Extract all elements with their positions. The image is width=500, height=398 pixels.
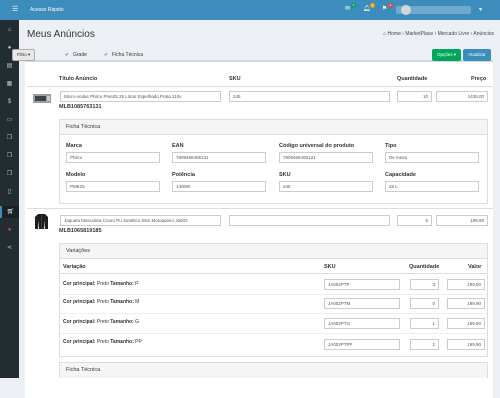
col-header-value: Valor [468,264,482,270]
col-header-quantity: Quantidade [397,76,428,82]
sidebar: ⌂ ● ▤ ▦ $ ▭ ❐ ❐ ❐ ▯ 🛒︎ ● ⋖ [0,20,19,378]
listing-sku-input[interactable] [229,215,390,226]
avatar [401,5,411,15]
messages-badge: 2 [351,3,356,8]
grade-label: Grade [73,52,87,58]
check-icon: ✔ [65,52,70,58]
universal-code-label: Código universal do produto [279,143,355,149]
variation-description: Cor principal: Preto Tamanho: P [63,281,139,287]
tech-sheet-panel: Ficha Técnica [59,362,488,378]
brand-input[interactable]: Philco [66,152,160,163]
capacity-input[interactable]: 25 L [385,181,479,192]
variation-description: Cor principal: Preto Tamanho: PP [63,339,142,345]
variation-description: Cor principal: Preto Tamanho: M [63,299,140,305]
col-header-sku: SKU [229,76,241,82]
model-input[interactable]: PME25 [66,181,160,192]
power-input[interactable]: 1400W [172,181,266,192]
copy-icon[interactable]: ❐ [0,132,19,144]
ean-input[interactable]: 7809466406131 [172,152,266,163]
listing-title-input[interactable]: Jaqueta Masculina Couro Pu Sintético Sli… [60,215,221,226]
ean-label: EAN [172,143,184,149]
breadcrumb-marketplace[interactable]: MarketPlace [405,31,433,37]
type-label: Tipo [385,143,397,149]
capacity-label: Capacidade [385,172,416,178]
filter-button[interactable]: Filtro ▾ [12,49,35,61]
variation-quantity-input[interactable]: 0 [410,298,439,309]
variation-quantity-input[interactable]: 2 [410,339,439,350]
model-label: Modelo [66,172,86,178]
check-icon: ✔ [104,52,109,58]
col-header-title: Título Anúncio [59,76,98,82]
variations-title: Variações [60,244,487,259]
universal-code-input[interactable]: 7809466406131 [279,152,373,163]
variation-quantity-input[interactable]: 3 [410,279,439,290]
variation-sku-input[interactable]: JA002PTG [324,318,400,329]
grade-checkbox[interactable]: ✔ Grade [65,52,87,58]
credit-card-icon[interactable]: ▭ [0,114,19,126]
listing-id: MLB1065819185 [59,228,102,234]
breadcrumb-mercado-livre[interactable]: Mercado Livre [438,31,470,37]
hamburger-menu-icon[interactable]: ☰ [12,6,18,13]
record-icon[interactable]: ● [0,224,19,236]
breadcrumb: ⌂ Home › MarketPlace › Mercado Livre › A… [383,31,494,37]
col-header-variation: Variação [63,264,86,270]
power-label: Potência [172,172,195,178]
table-icon[interactable]: ▤ [0,60,19,72]
listing-sku-input[interactable]: 245 [229,91,390,102]
variation-sku-input[interactable]: JA002PTM [324,298,400,309]
col-header-sku: SKU [324,264,336,270]
page-title: Meus Anúncios [27,29,95,40]
tasks-badge: 3 [388,3,393,8]
product-thumbnail-jacket [35,214,48,229]
tech-sheet-title: Ficha Técnica [60,363,487,378]
variation-value-input[interactable]: 199,90 [447,339,485,350]
type-input[interactable]: De mesa [385,152,479,163]
ficha-tecnica-checkbox[interactable]: ✔ Ficha Técnica [104,52,143,58]
listing-title-input[interactable]: Micro-ondas Philco Pme25 25 Litros Espel… [60,91,221,102]
listing-quantity-input[interactable]: 10 [397,91,432,102]
copy-icon[interactable]: ❐ [0,168,19,180]
variation-description: Cor principal: Preto Tamanho: G [63,319,140,325]
file-icon[interactable]: ▯ [0,186,19,198]
copy-icon[interactable]: ❐ [0,150,19,162]
notifications-badge: 6 [370,3,375,8]
listing-quantity-input[interactable]: 6 [397,215,432,226]
options-button[interactable]: Opções ▾ [432,49,461,61]
brand-label: Marca [66,143,82,149]
dollar-icon[interactable]: $ [0,96,19,108]
variation-quantity-input[interactable]: 1 [410,318,439,329]
envelope-icon[interactable]: ✉ 2 [343,3,356,13]
listing-price-input[interactable]: 199,90 [436,215,488,226]
variation-value-input[interactable]: 199,90 [447,279,485,290]
variation-sku-input[interactable]: JA002PTPP [324,339,400,350]
variation-value-input[interactable]: 199,90 [447,318,485,329]
cart-icon[interactable]: 🛒︎ [0,206,19,218]
tech-sheet-title: Ficha Técnica [60,120,487,135]
breadcrumb-anuncios: Anúncios [473,31,494,37]
sku-input[interactable]: 245 [279,181,373,192]
chevron-down-icon[interactable]: ▾ [479,6,482,13]
quick-access-link[interactable]: Acesso Rápido [30,7,64,13]
product-thumbnail-microwave [33,94,51,103]
listing-price-input[interactable]: 1438,00 [436,91,488,102]
home-icon[interactable]: ⌂ [0,24,19,36]
chart-icon[interactable]: ▦ [0,78,19,90]
update-button[interactable]: Atualizar [463,49,491,61]
variation-sku-input[interactable]: JA002PTP [324,279,400,290]
bell-icon[interactable]: 🔔︎ 6 [362,3,375,13]
col-header-price: Preço [471,76,487,82]
top-navbar: ☰ Acesso Rápido ✉ 2 🔔︎ 6 ⚑ 3 ▾ [0,0,500,20]
sku-label: SKU [279,172,291,178]
variation-value-input[interactable]: 199,90 [447,298,485,309]
ficha-tecnica-label: Ficha Técnica [112,52,144,58]
listing-id: MLB1085763131 [59,104,102,110]
share-icon[interactable]: ⋖ [0,242,19,254]
col-header-quantity: Quantidade [409,264,440,270]
breadcrumb-home[interactable]: Home [388,31,401,37]
flag-icon[interactable]: ⚑ 3 [380,3,393,13]
